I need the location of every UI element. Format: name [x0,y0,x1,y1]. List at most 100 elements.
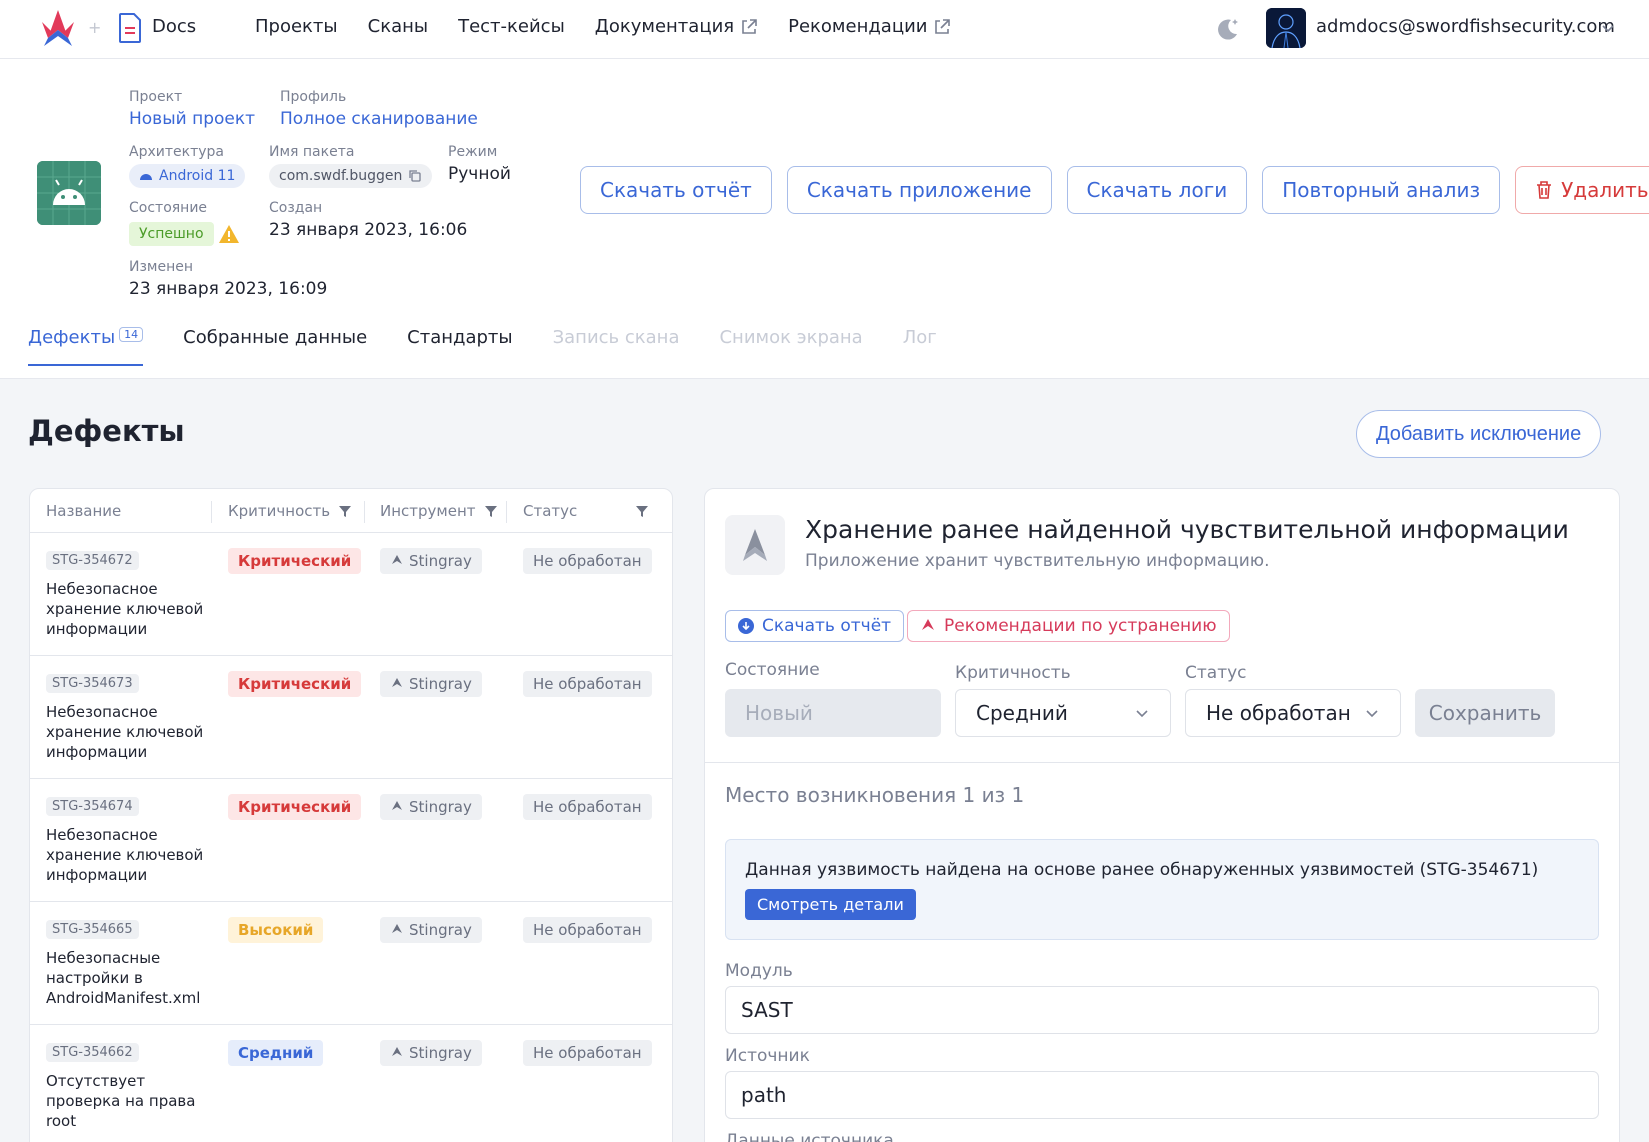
main-menu: Проекты Сканы Тест-кейсы Документация Ре… [255,16,951,37]
column-divider [364,501,365,523]
stingray-icon [922,619,934,630]
defect-id: STG-354665 [46,920,139,939]
menu-recommendations[interactable]: Рекомендации [788,16,951,37]
divider [705,762,1619,763]
table-row[interactable]: STG-354674 Небезопасное хранение ключево… [30,779,672,902]
status-badge: Не обработан [523,794,652,820]
save-button[interactable]: Сохранить [1415,689,1555,737]
tab-standards[interactable]: Стандарты [407,327,512,366]
status-badge: Не обработан [523,1040,652,1066]
modified-label: Изменен [129,259,194,275]
docs-label[interactable]: Docs [152,16,196,37]
table-row[interactable]: STG-354665 Небезопасные настройки в Andr… [30,902,672,1025]
project-link[interactable]: Новый проект [129,109,255,129]
defect-name: Отсутствует проверка на права root [46,1072,196,1130]
moon-icon[interactable] [1215,16,1241,42]
column-divider [211,501,212,523]
reanalyze-button[interactable]: Повторный анализ [1262,166,1501,214]
delete-button[interactable]: Удалить [1515,166,1649,214]
defect-id: STG-354672 [46,551,139,570]
tab-log: Лог [902,327,937,348]
tool-badge: Stingray [380,548,482,574]
docs-icon[interactable] [118,13,142,43]
menu-projects[interactable]: Проекты [255,16,338,37]
download-report-button[interactable]: Скачать отчёт [580,166,772,214]
mode-value: Ручной [448,164,511,184]
warning-icon[interactable] [218,224,240,244]
column-severity[interactable]: Критичность [228,502,352,520]
menu-documentation[interactable]: Документация [595,16,758,37]
source-field[interactable]: path [725,1071,1599,1119]
status-select[interactable]: Не обработан [1185,689,1401,737]
occurrence-counter: Место возникновения 1 из 1 [725,783,1025,807]
defects-table: Название Критичность Инструмент Статус S… [29,488,673,1142]
defect-name: Небезопасное хранение ключевой информаци… [46,826,204,884]
view-details-button[interactable]: Смотреть детали [745,889,916,920]
profile-label: Профиль [280,89,347,105]
defect-title: Хранение ранее найденной чувствительной … [805,515,1569,544]
stingray-icon [743,529,767,561]
trash-icon [1537,181,1552,199]
table-row[interactable]: STG-354662 Отсутствует проверка на права… [30,1025,672,1142]
modified-value: 23 января 2023, 16:09 [129,279,328,299]
download-app-button[interactable]: Скачать приложение [786,166,1052,214]
avatar[interactable] [1266,8,1306,48]
filter-icon[interactable] [338,504,352,518]
chevron-down-icon [1136,710,1148,718]
stingray-icon [392,678,402,687]
chevron-down-icon[interactable] [1600,20,1616,36]
scan-header: Проект Новый проект Профиль Полное скани… [0,59,1649,379]
stingray-icon [392,801,402,810]
table-row[interactable]: STG-354672 Небезопасное хранение ключево… [30,533,672,656]
download-logs-button[interactable]: Скачать логи [1066,166,1248,214]
info-text: Данная уязвимость найдена на основе ране… [745,860,1539,880]
add-exception-button[interactable]: Добавить исключение [1356,410,1602,458]
module-field[interactable]: SAST [725,986,1599,1034]
defect-name: Небезопасное хранение ключевой информаци… [46,703,204,761]
column-name[interactable]: Название [46,502,121,520]
scan-tabs: Дефекты 14 Собранные данные Стандарты Зап… [28,327,937,366]
stingray-icon [392,555,402,564]
architecture-chip: Android 11 [129,164,246,188]
defect-name: Небезопасные настройки в AndroidManifest… [46,949,201,1007]
chevron-down-icon [1366,710,1378,718]
user-email[interactable]: admdocs@swordfishsecurity.com [1316,16,1615,37]
copy-icon[interactable] [408,169,422,183]
tool-badge: Stingray [380,671,482,697]
defect-id: STG-354674 [46,797,139,816]
filter-icon[interactable] [635,504,649,518]
status-field-label: Статус [1185,663,1247,683]
state-field: Новый [725,689,941,737]
tab-defects[interactable]: Дефекты 14 [28,327,144,366]
severity-select[interactable]: Средний [955,689,1171,737]
package-label: Имя пакета [269,144,355,160]
detail-download-report-button[interactable]: Скачать отчёт [725,610,905,642]
page-title: Дефекты [28,414,185,448]
tool-badge: Stingray [380,794,482,820]
architecture-label: Архитектура [129,144,224,160]
status-badge: Не обработан [523,917,652,943]
status-badge: Не обработан [523,671,652,697]
column-status[interactable]: Статус [523,502,577,520]
tab-collected-data[interactable]: Собранные данные [183,327,367,366]
severity-field-label: Критичность [955,663,1071,683]
recommendations-button[interactable]: Рекомендации по устранению [907,610,1230,642]
status-badge: Не обработан [523,548,652,574]
defect-icon [725,515,785,575]
table-row[interactable]: STG-354673 Небезопасное хранение ключево… [30,656,672,779]
menu-test-cases[interactable]: Тест-кейсы [458,16,565,37]
defect-id: STG-354662 [46,1043,139,1062]
filter-icon[interactable] [484,504,498,518]
severity-badge: Средний [228,1040,324,1066]
app-logo-icon[interactable] [38,8,78,48]
defect-id: STG-354673 [46,674,139,693]
user-silhouette-icon [1266,8,1306,48]
profile-link[interactable]: Полное сканирование [280,109,478,129]
column-tool[interactable]: Инструмент [380,502,498,520]
severity-badge: Высокий [228,917,324,943]
created-value: 23 января 2023, 16:06 [269,220,468,240]
menu-scans[interactable]: Сканы [368,16,428,37]
package-chip[interactable]: com.swdf.buggen [269,164,433,188]
severity-badge: Критический [228,794,362,820]
state-badge: Успешно [129,222,214,246]
